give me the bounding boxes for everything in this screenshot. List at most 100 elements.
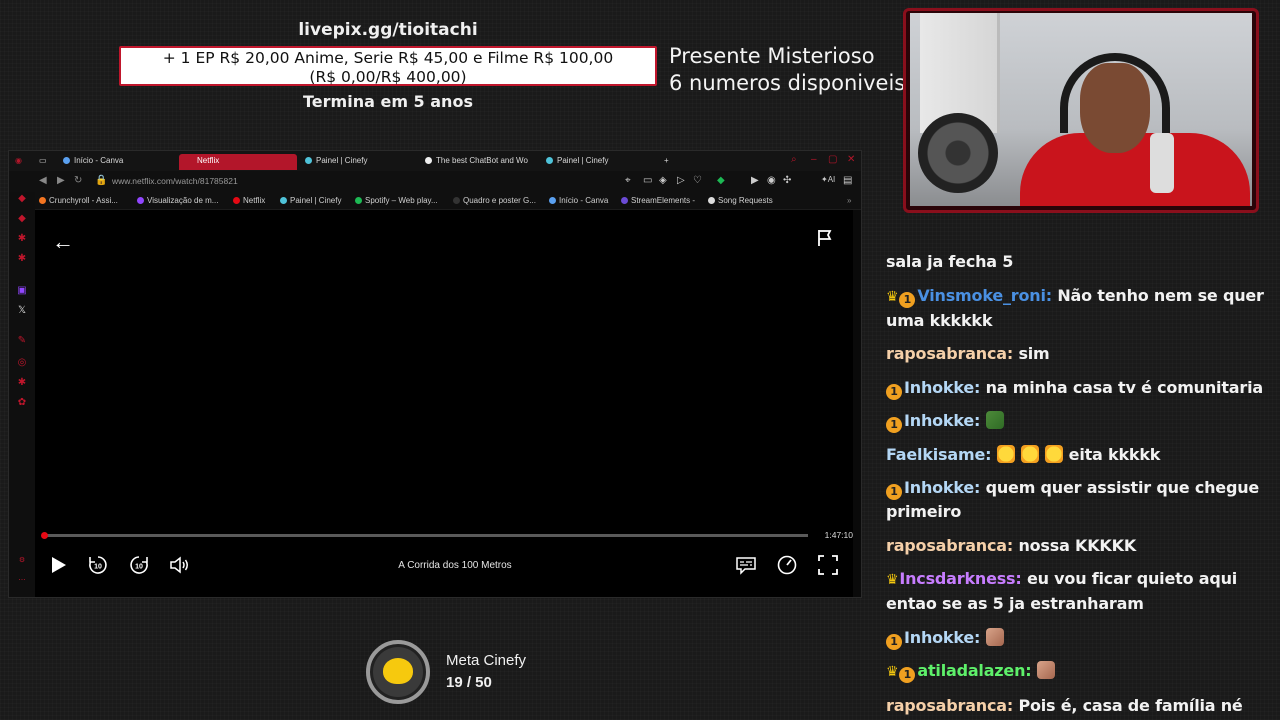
chat-username[interactable]: Incsdarkness:	[899, 569, 1027, 588]
sub-badge-icon: 1	[886, 383, 902, 400]
cinefy-icon	[280, 197, 287, 204]
bookmark-streamelements[interactable]: StreamElements -	[621, 196, 695, 205]
chat-username[interactable]: Inhokke:	[904, 628, 986, 647]
svg-text:10: 10	[94, 564, 102, 571]
screenshot-icon[interactable]: ▭	[643, 175, 652, 186]
song-requests-icon	[708, 197, 715, 204]
goal-count: 19 / 50	[446, 674, 492, 691]
chat-username[interactable]: Vinsmoke_roni:	[917, 286, 1057, 305]
video-player[interactable]: ← 1:47:10 10 10 A Corrida dos 100 Metros	[35, 210, 861, 597]
page-scrollbar[interactable]	[853, 210, 861, 597]
chat-username[interactable]: raposabranca:	[886, 344, 1018, 363]
play-button[interactable]	[47, 554, 69, 576]
close-icon[interactable]: ✕	[847, 154, 855, 165]
extension-icon[interactable]: ⌖	[625, 175, 631, 186]
fullscreen-button[interactable]	[817, 554, 839, 576]
chat-username[interactable]: raposabranca:	[886, 696, 1018, 715]
pix-ends-text: Termina em 5 anos	[303, 92, 473, 111]
sidebar-app-icon-8[interactable]: ✿	[17, 398, 27, 408]
bookmarks-bar: Crunchyroll - Assi... Visualização de m.…	[9, 192, 861, 210]
sidebar-app-icon-3[interactable]: ✱	[17, 234, 27, 244]
camera-icon[interactable]: ◉	[767, 175, 776, 186]
heart-icon[interactable]: ♡	[693, 175, 702, 186]
tab-netflix[interactable]: Netflix	[179, 154, 297, 170]
bookmark-cinefy[interactable]: Painel | Cinefy	[280, 196, 341, 205]
back-nav-icon[interactable]: ◀	[39, 175, 47, 186]
sidebar-twitch-icon[interactable]: ▣	[17, 286, 27, 296]
chat-username[interactable]: raposabranca:	[886, 536, 1018, 555]
ai-icon[interactable]: ✦AI	[821, 175, 835, 184]
puzzle-icon[interactable]: ✣	[783, 175, 791, 186]
progress-scrubber[interactable]	[41, 532, 48, 539]
back-arrow-icon[interactable]: ←	[52, 229, 74, 255]
bookmarks-overflow-icon[interactable]: »	[847, 196, 851, 205]
chat-username[interactable]: Inhokke:	[904, 378, 986, 397]
forward-nav-icon[interactable]: ▶	[57, 175, 65, 186]
fullscreen-icon	[818, 555, 838, 575]
cinefy-goal-icon	[366, 640, 430, 704]
bookmark-netflix[interactable]: Netflix	[233, 196, 265, 205]
sidebar-settings-icon[interactable]: ⚙	[17, 556, 27, 566]
bookmark-twitch[interactable]: Visualização de m...	[137, 196, 218, 205]
svg-text:10: 10	[135, 564, 143, 571]
crunchyroll-icon	[39, 197, 46, 204]
sidebar-app-icon-7[interactable]: ✱	[17, 378, 27, 388]
tab-cinefy[interactable]: Painel | Cinefy	[305, 154, 417, 170]
speed-icon	[777, 555, 797, 575]
bookmark-spotify[interactable]: Spotify – Web play...	[355, 196, 438, 205]
crown-badge-icon: ♛	[886, 664, 899, 680]
rewind-10-button[interactable]: 10	[87, 554, 109, 576]
subtitles-icon	[736, 557, 756, 575]
sidebar-x-icon[interactable]: 𝕏	[17, 306, 27, 316]
browser-menu-icon[interactable]: ◉	[15, 154, 29, 170]
chat-username[interactable]: Faelkisame:	[886, 445, 997, 464]
playback-speed-button[interactable]	[776, 554, 798, 576]
subtitles-button[interactable]	[735, 554, 757, 576]
bookmark-crunchyroll[interactable]: Crunchyroll - Assi...	[39, 196, 118, 205]
sidebar-app-icon-1[interactable]: ◆	[17, 194, 27, 204]
reload-icon[interactable]: ↻	[74, 175, 82, 186]
chat-username[interactable]: Inhokke:	[904, 478, 986, 497]
url-text[interactable]: www.netflix.com/watch/81785821	[112, 176, 238, 186]
video-icon[interactable]: ▶	[751, 175, 759, 186]
quadro-icon	[453, 197, 460, 204]
sidebar-app-icon-6[interactable]: ◎	[17, 358, 27, 368]
report-flag-icon[interactable]	[815, 228, 835, 248]
chat-username[interactable]: atiladalazen:	[917, 661, 1036, 680]
tab-cinefy-2[interactable]: Painel | Cinefy	[546, 154, 658, 170]
chat-message: 1 Inhokke: na minha casa tv é comunitaria	[886, 376, 1266, 400]
shield-icon[interactable]: ◈	[659, 175, 667, 186]
chat-username[interactable]: Inhokke:	[904, 411, 986, 430]
tab-canva[interactable]: Início - Canva	[63, 154, 173, 170]
sidebar-app-icon-4[interactable]: ✱	[17, 254, 27, 264]
volume-button[interactable]	[169, 554, 191, 576]
vpn-icon[interactable]: ◆	[717, 175, 725, 186]
sidebar-app-icon-2[interactable]: ◆	[17, 214, 27, 224]
chat-message: sala ja fecha 5	[886, 250, 1266, 274]
progress-bar[interactable]	[43, 534, 808, 537]
crown-badge-icon: ♛	[886, 572, 899, 588]
bookmark-canva[interactable]: Início - Canva	[549, 196, 608, 205]
sidebar-toggle-icon[interactable]: ▤	[843, 175, 852, 186]
search-icon[interactable]: ⌕	[791, 154, 797, 165]
bookmark-quadro[interactable]: Quadro e poster G...	[453, 196, 536, 205]
sidebar-app-icon-5[interactable]: ✎	[17, 336, 27, 346]
pix-goal-line1: + 1 EP R$ 20,00 Anime, Serie R$ 45,00 e …	[162, 49, 614, 67]
forward-10-button[interactable]: 10	[128, 554, 150, 576]
maximize-icon[interactable]: ▢	[828, 154, 837, 165]
chat-emote-icon	[1044, 444, 1063, 463]
sub-badge-icon: 1	[886, 417, 902, 433]
browser-sidebar: ◆ ◆ ✱ ✱ ▣ 𝕏 ✎ ◎ ✱ ✿ ⚙ ⋯	[9, 192, 35, 597]
chat-message: 1 Inhokke:	[886, 409, 1266, 433]
play-icon[interactable]: ▷	[677, 175, 685, 186]
sidebar-more-icon[interactable]: ⋯	[17, 576, 27, 586]
tab-chatbot[interactable]: The best ChatBot and Wo	[425, 154, 537, 170]
chat-text: eita kkkkk	[1068, 444, 1161, 464]
minimize-icon[interactable]: –	[811, 154, 817, 165]
mystery-gift: Presente Misterioso 6 numeros disponivei…	[669, 43, 905, 97]
chat-panel: sala ja fecha 5 ♛ 1 Vinsmoke_roni: Não tenh…	[886, 250, 1266, 720]
chat-message: raposabranca: Pois é, casa de família né	[886, 694, 1266, 720]
new-tab-icon[interactable]: +	[664, 154, 676, 170]
workspaces-icon[interactable]: ▭	[39, 154, 53, 170]
bookmark-song-requests[interactable]: Song Requests	[708, 196, 773, 205]
